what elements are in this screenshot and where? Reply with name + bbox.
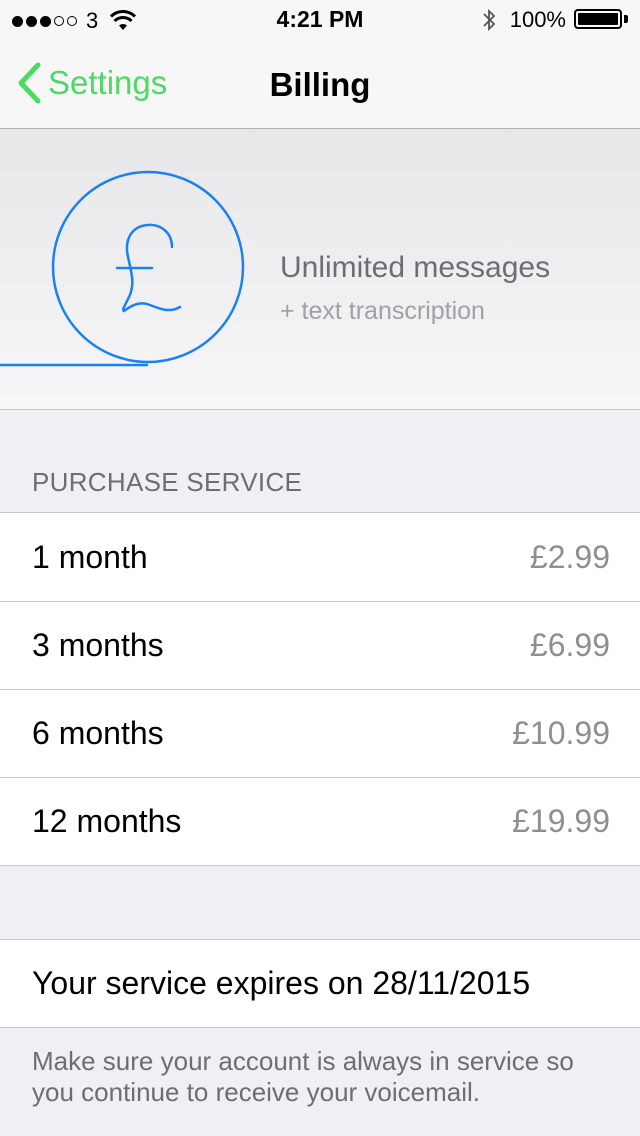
plan-subtitle: + text transcription [280,297,485,325]
service-expiry-cell: Your service expires on 28/11/2015 [0,939,640,1028]
status-right: 100% [482,7,628,33]
purchase-option-1-month[interactable]: 1 month £2.99 [0,513,640,601]
service-expiry-text: Your service expires on 28/11/2015 [32,965,531,1001]
section-header-purchase: PURCHASE SERVICE [32,467,303,497]
option-label: 1 month [32,539,148,575]
option-price: £10.99 [512,715,610,751]
option-price: £2.99 [529,539,610,575]
purchase-option-6-months[interactable]: 6 months £10.99 [0,689,640,777]
page-title: Billing [269,66,371,103]
plan-banner: Unlimited messages + text transcription [0,129,640,410]
bluetooth-icon [483,8,495,32]
plan-title: Unlimited messages [280,251,551,284]
purchase-options-list: 1 month £2.99 3 months £6.99 6 months £1… [0,512,640,866]
navigation-bar: Settings Billing [0,40,640,129]
battery-icon [574,9,628,31]
purchase-option-12-months[interactable]: 12 months £19.99 [0,777,640,865]
purchase-option-3-months[interactable]: 3 months £6.99 [0,601,640,689]
option-label: 3 months [32,627,164,663]
status-bar: 3 4:21 PM 100% [0,0,640,40]
footer-note: Make sure your account is always in serv… [32,1046,574,1107]
option-label: 12 months [32,803,182,839]
option-price: £19.99 [512,803,610,839]
option-price: £6.99 [529,627,610,663]
battery-percent: 100% [509,7,566,32]
option-label: 6 months [32,715,164,751]
